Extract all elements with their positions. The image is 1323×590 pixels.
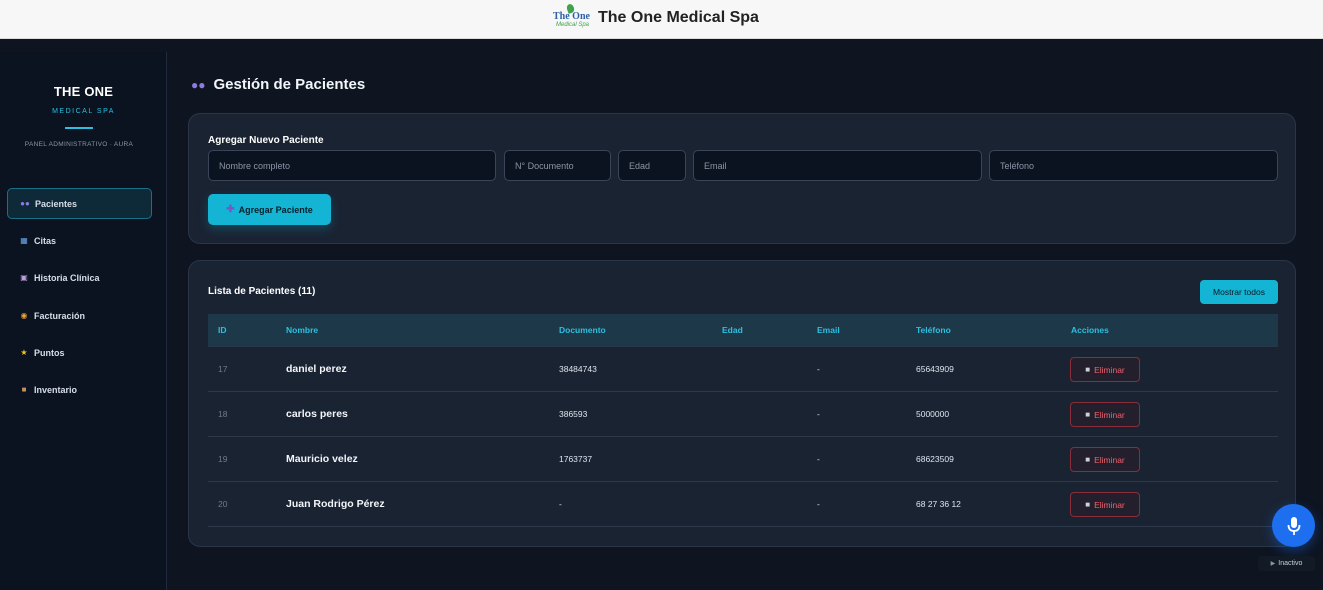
delete-button[interactable]: ■ Eliminar bbox=[1070, 357, 1140, 382]
sidebar-item-label: Historia Clínica bbox=[34, 272, 100, 283]
delete-button[interactable]: ■ Eliminar bbox=[1070, 402, 1140, 427]
sidebar-brand-subtitle: MEDICAL SPA bbox=[52, 108, 115, 115]
sidebar-item-facturacion[interactable]: ◉ Facturación bbox=[7, 300, 152, 331]
sidebar-item-label: Puntos bbox=[34, 347, 65, 358]
add-patient-title: Agregar Nuevo Paciente bbox=[208, 135, 324, 146]
trash-icon: ■ bbox=[1085, 455, 1091, 464]
add-patient-card: Agregar Nuevo Paciente ✚ Agregar Pacient… bbox=[188, 113, 1296, 244]
plus-icon: ✚ bbox=[226, 204, 235, 215]
delete-button-label: Eliminar bbox=[1094, 364, 1125, 375]
sidebar-item-puntos[interactable]: ★ Puntos bbox=[7, 337, 152, 368]
sidebar-brand-title: THE ONE bbox=[53, 84, 114, 99]
trash-icon: ■ bbox=[1085, 365, 1091, 374]
column-header-email: Email bbox=[817, 325, 840, 335]
column-header-documento: Documento bbox=[559, 325, 606, 335]
trash-icon: ■ bbox=[1085, 410, 1091, 419]
name-input[interactable] bbox=[208, 150, 496, 181]
table-row: 17 daniel perez 38484743 - 65643909 ■ El… bbox=[208, 347, 1278, 392]
sidebar-item-pacientes[interactable]: ●● Pacientes bbox=[7, 188, 152, 219]
delete-button[interactable]: ■ Eliminar bbox=[1070, 447, 1140, 472]
sidebar-item-label: Inventario bbox=[34, 384, 78, 395]
top-header: The One Medical Spa The One Medical Spa bbox=[0, 0, 1323, 39]
email-input[interactable] bbox=[693, 150, 982, 181]
cell-document: - bbox=[559, 499, 562, 509]
speaker-icon: ▶ bbox=[1270, 561, 1276, 567]
package-icon: ■ bbox=[21, 385, 27, 394]
cell-phone: 5000000 bbox=[916, 409, 950, 419]
sidebar-item-citas[interactable]: ▦ Citas bbox=[7, 225, 152, 256]
cell-name: carlos peres bbox=[286, 408, 348, 420]
column-header-acciones: Acciones bbox=[1071, 325, 1109, 335]
delete-button[interactable]: ■ Eliminar bbox=[1070, 492, 1140, 517]
cell-phone: 68623509 bbox=[916, 454, 954, 464]
users-icon: ●● bbox=[191, 77, 206, 92]
cell-email: - bbox=[817, 499, 820, 509]
cell-id: 19 bbox=[218, 454, 228, 464]
cell-document: 386593 bbox=[559, 409, 588, 419]
voice-status-label: Inactivo bbox=[1278, 560, 1303, 567]
table-row: 18 carlos peres 386593 - 5000000 ■ Elimi… bbox=[208, 392, 1278, 437]
document-input[interactable] bbox=[504, 150, 611, 181]
cell-email: - bbox=[817, 454, 820, 464]
delete-button-label: Eliminar bbox=[1094, 454, 1125, 465]
cell-document: 1763737 bbox=[559, 454, 593, 464]
cell-phone: 65643909 bbox=[916, 364, 954, 374]
cell-name: daniel perez bbox=[286, 363, 347, 375]
column-header-telefono: Teléfono bbox=[916, 325, 951, 335]
cell-id: 17 bbox=[218, 364, 228, 374]
sidebar-item-label: Pacientes bbox=[35, 198, 78, 209]
column-header-nombre: Nombre bbox=[286, 325, 319, 335]
logo-subtext: Medical Spa bbox=[556, 22, 590, 28]
app-title: The One Medical Spa bbox=[598, 9, 759, 26]
money-bag-icon: ◉ bbox=[20, 311, 28, 320]
panel-label: PANEL ADMINISTRATIVO · AURA bbox=[24, 141, 134, 148]
add-patient-button-label: Agregar Paciente bbox=[238, 204, 313, 215]
cell-name: Mauricio velez bbox=[286, 453, 358, 465]
cell-id: 18 bbox=[218, 409, 228, 419]
sidebar-item-inventario[interactable]: ■ Inventario bbox=[7, 374, 152, 405]
page-title: ●● Gestión de Pacientes bbox=[191, 76, 365, 93]
voice-status-badge: ▶ Inactivo bbox=[1258, 556, 1315, 571]
age-input[interactable] bbox=[618, 150, 686, 181]
brand-logo: The One Medical Spa bbox=[553, 3, 590, 32]
column-header-edad: Edad bbox=[722, 325, 743, 335]
column-header-id: ID bbox=[218, 325, 227, 335]
patient-list-title: Lista de Pacientes (11) bbox=[208, 286, 316, 297]
logo-text: The One bbox=[553, 11, 590, 22]
table-row: 19 Mauricio velez 1763737 - 68623509 ■ E… bbox=[208, 437, 1278, 482]
delete-button-label: Eliminar bbox=[1094, 499, 1125, 510]
calendar-icon: ▦ bbox=[20, 236, 28, 245]
sidebar-item-historia-clinica[interactable]: ▣ Historia Clínica bbox=[7, 262, 152, 293]
phone-input[interactable] bbox=[989, 150, 1278, 181]
show-all-button[interactable]: Mostrar todos bbox=[1200, 280, 1278, 304]
microphone-button[interactable] bbox=[1272, 504, 1315, 547]
table-header: ID Nombre Documento Edad Email Teléfono … bbox=[208, 314, 1278, 347]
sidebar: THE ONE MEDICAL SPA PANEL ADMINISTRATIVO… bbox=[0, 52, 167, 590]
table-row: 20 Juan Rodrigo Pérez - - 68 27 36 12 ■ … bbox=[208, 482, 1278, 527]
cell-email: - bbox=[817, 364, 820, 374]
cell-name: Juan Rodrigo Pérez bbox=[286, 498, 385, 510]
sidebar-item-label: Citas bbox=[34, 235, 57, 246]
clipboard-icon: ▣ bbox=[20, 273, 28, 282]
delete-button-label: Eliminar bbox=[1094, 409, 1125, 420]
cell-id: 20 bbox=[218, 499, 228, 509]
patient-list-card: Lista de Pacientes (11) Mostrar todos ID… bbox=[188, 260, 1296, 547]
microphone-icon bbox=[1287, 516, 1300, 535]
page-title-text: Gestión de Pacientes bbox=[213, 76, 366, 93]
sidebar-item-label: Facturación bbox=[34, 310, 86, 321]
divider bbox=[65, 127, 93, 129]
brand: The One Medical Spa The One Medical Spa bbox=[553, 3, 759, 32]
cell-document: 38484743 bbox=[559, 364, 597, 374]
trash-icon: ■ bbox=[1085, 500, 1091, 509]
star-icon: ★ bbox=[20, 348, 28, 357]
add-patient-button[interactable]: ✚ Agregar Paciente bbox=[208, 194, 331, 225]
cell-phone: 68 27 36 12 bbox=[916, 499, 961, 509]
users-icon: ●● bbox=[20, 199, 30, 208]
cell-email: - bbox=[817, 409, 820, 419]
